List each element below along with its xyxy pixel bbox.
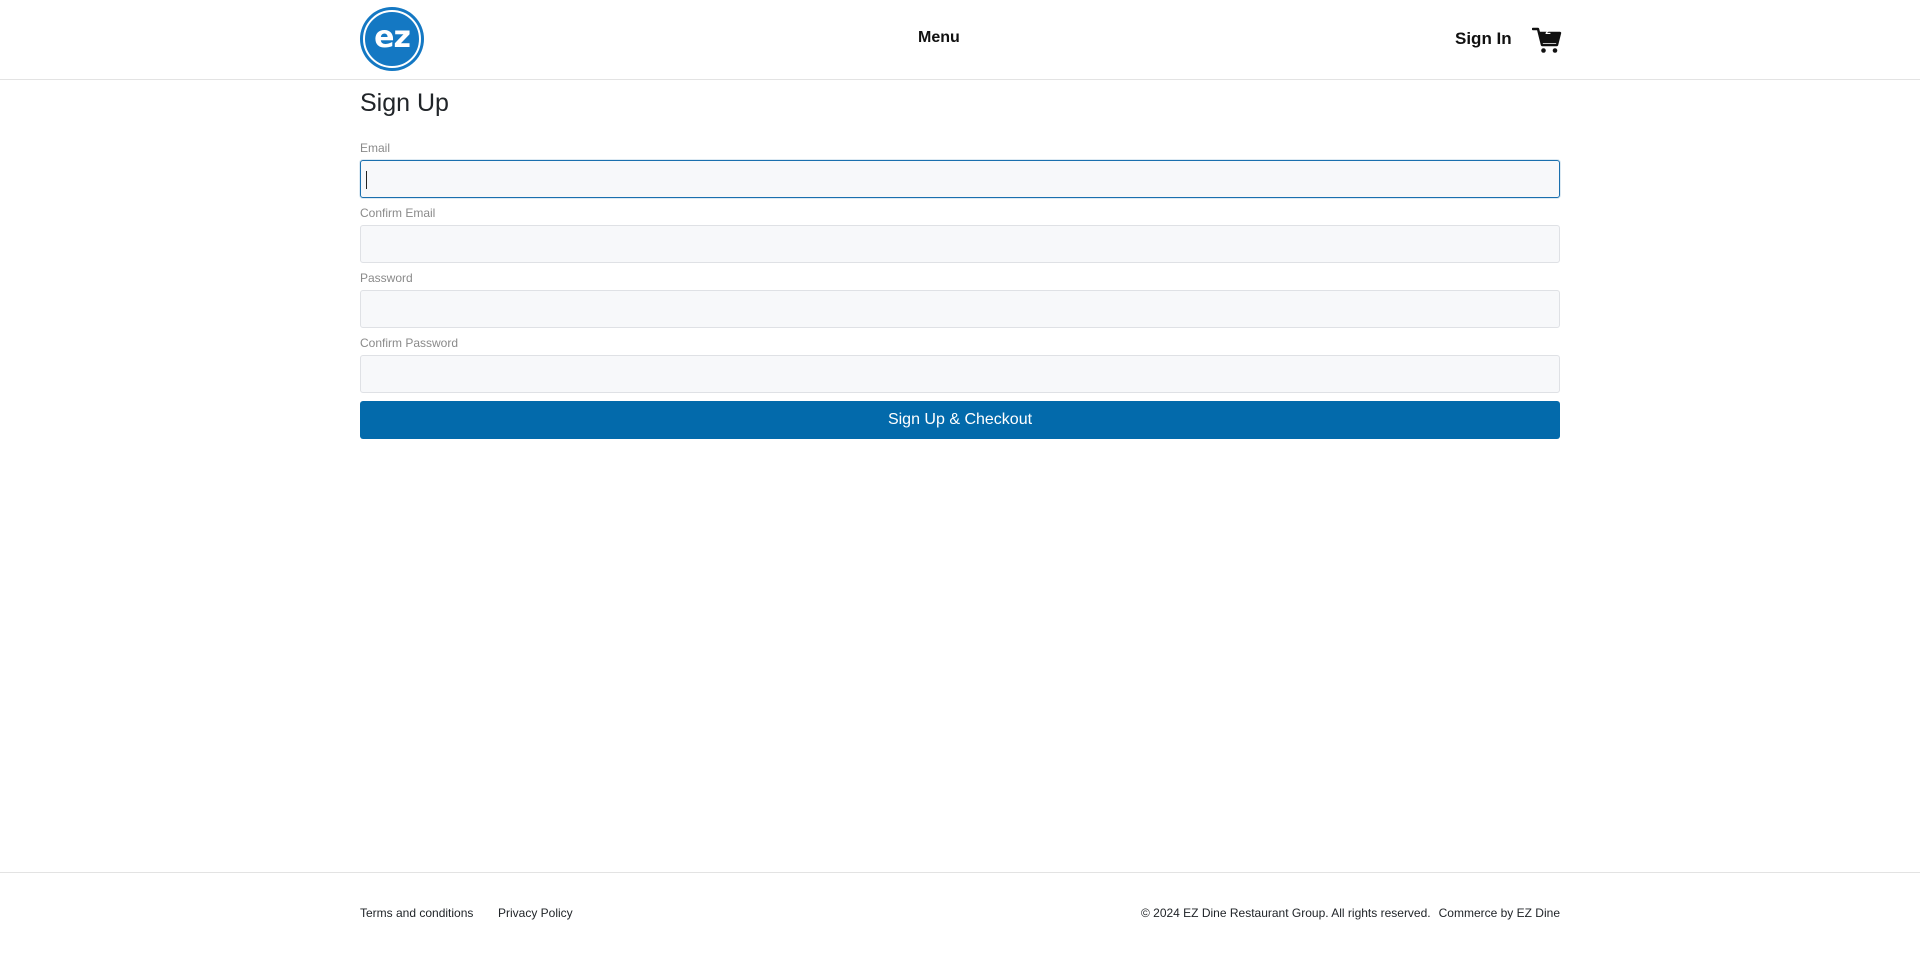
header-container: ez Menu Sign In 2: [360, 0, 1562, 80]
confirm-password-label: Confirm Password: [360, 336, 459, 350]
email-field[interactable]: [360, 160, 1560, 198]
password-label: Password: [360, 271, 413, 285]
confirm-password-field[interactable]: [360, 355, 1560, 393]
ez-logo[interactable]: ez: [360, 7, 424, 71]
privacy-link[interactable]: Privacy Policy: [498, 906, 573, 920]
page-title: Sign Up: [360, 89, 449, 117]
logo-ring: ez: [363, 10, 421, 68]
email-label: Email: [360, 141, 391, 155]
cart-count-badge: 2: [1545, 26, 1551, 37]
nav-menu-link[interactable]: Menu: [918, 29, 960, 47]
password-field[interactable]: [360, 290, 1560, 328]
confirm-email-field[interactable]: [360, 225, 1560, 263]
site-footer: Terms and conditions Privacy Policy © 20…: [0, 872, 1920, 953]
logo-text: ez: [374, 20, 411, 55]
commerce-link[interactable]: Commerce by EZ Dine: [1439, 906, 1560, 920]
footer-right: © 2024 EZ Dine Restaurant Group. All rig…: [1141, 906, 1560, 920]
copyright-text: © 2024 EZ Dine Restaurant Group. All rig…: [1140, 906, 1431, 920]
terms-link[interactable]: Terms and conditions: [360, 906, 473, 920]
footer-container: Terms and conditions Privacy Policy © 20…: [360, 873, 1560, 953]
sign-up-checkout-button[interactable]: Sign Up & Checkout: [360, 401, 1560, 439]
site-header: ez Menu Sign In 2: [0, 0, 1920, 80]
page: ez Menu Sign In 2 Sign Up Email Confirm …: [0, 0, 1920, 953]
confirm-email-label: Confirm Email: [360, 206, 436, 220]
sign-in-link[interactable]: Sign In: [1455, 29, 1512, 49]
text-caret: [366, 171, 367, 189]
cart-button[interactable]: 2: [1532, 25, 1562, 55]
